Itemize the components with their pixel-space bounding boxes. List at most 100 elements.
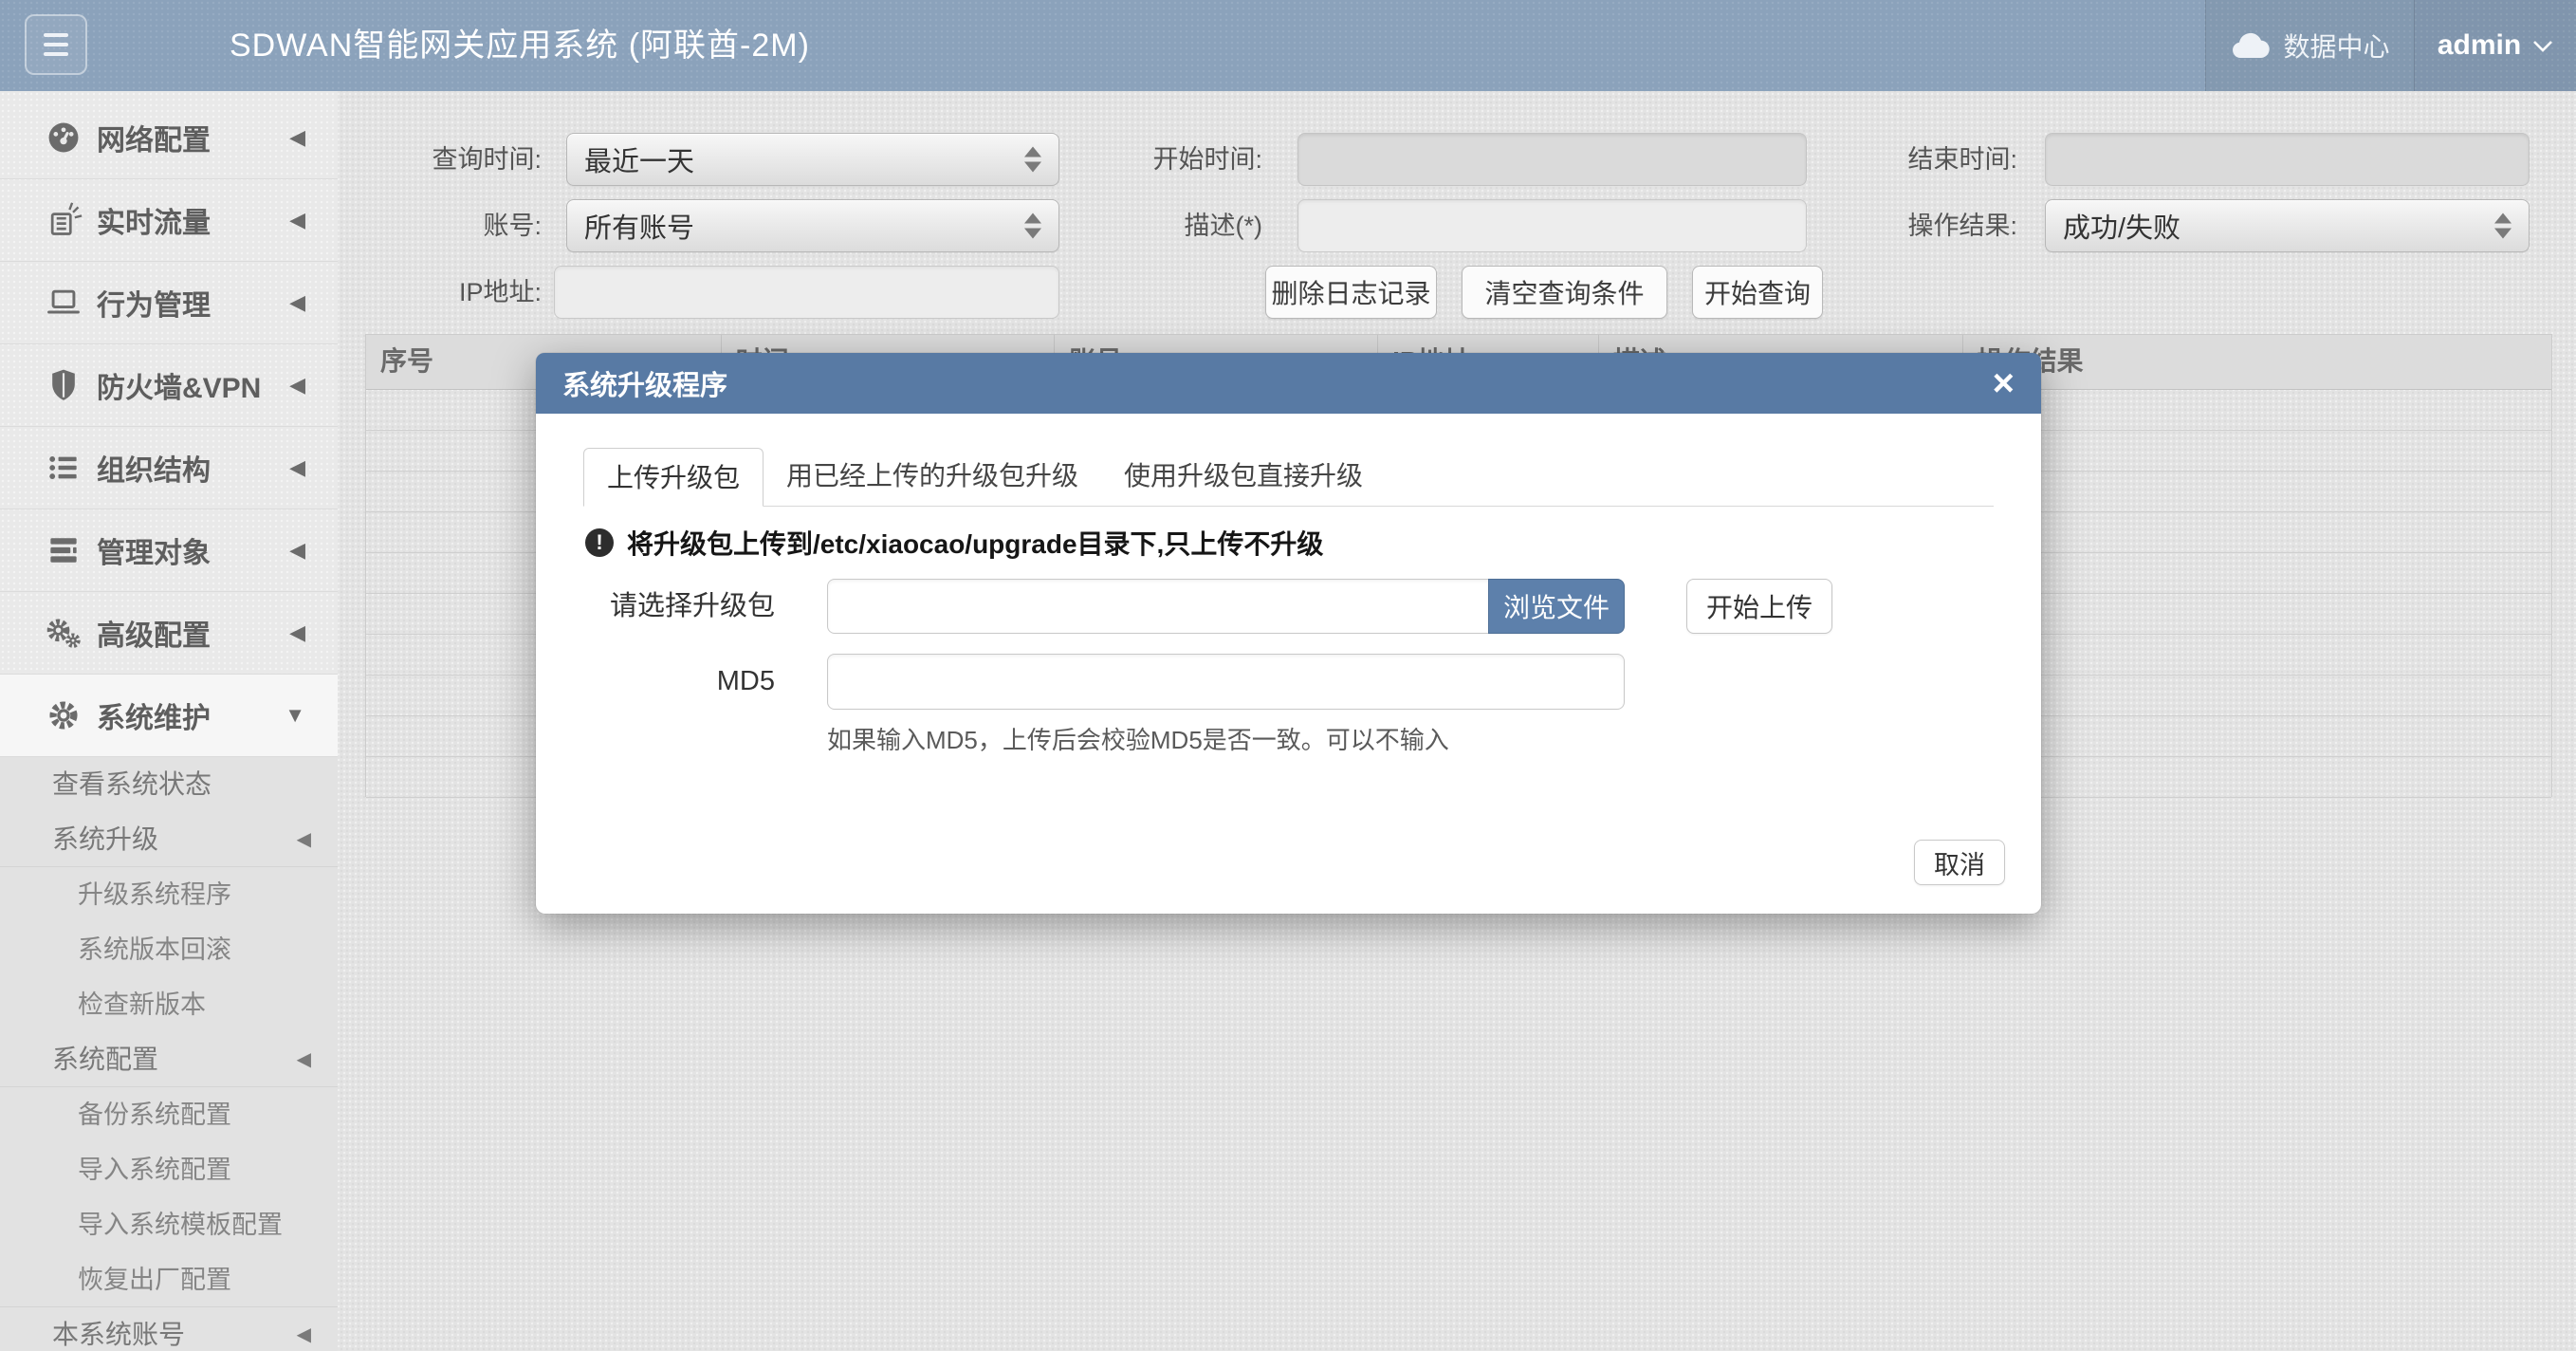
sidebar-subitem-import-system-config[interactable]: 导入系统配置: [0, 1142, 338, 1197]
md5-help-text: 如果输入MD5，上传后会校验MD5是否一致。可以不输入: [827, 721, 1449, 756]
caret-left-icon: ◀: [297, 812, 311, 867]
gear-icon: [44, 695, 83, 735]
sidebar-subitem-restore-factory-config[interactable]: 恢复出厂配置: [0, 1252, 338, 1307]
account-label: 账号:: [347, 199, 542, 252]
sidebar-item-organization[interactable]: 组织结构◀: [0, 427, 338, 509]
start-upload-button[interactable]: 开始上传: [1686, 579, 1832, 634]
caret-left-icon: ◀: [297, 1307, 311, 1351]
sidebar-item-label: 系统维护: [97, 694, 211, 736]
datacenter-button[interactable]: 数据中心: [2205, 0, 2414, 91]
md5-input[interactable]: [827, 654, 1625, 710]
sidebar-item-label: 实时流量: [97, 199, 211, 241]
sidebar-subitem-import-system-template-config[interactable]: 导入系统模板配置: [0, 1197, 338, 1252]
list-icon: [44, 448, 83, 488]
user-menu[interactable]: admin: [2414, 0, 2576, 91]
sidebar-subitem-local-system-accounts[interactable]: 本系统账号 ◀: [0, 1307, 338, 1351]
sidebar-subitem-label: 系统版本回滚: [78, 935, 231, 964]
gears-icon: [44, 613, 83, 653]
shield-icon: [44, 365, 83, 405]
description-input[interactable]: [1297, 199, 1807, 252]
modal-title: 系统升级程序: [562, 363, 727, 403]
hamburger-icon: [44, 33, 68, 37]
sidebar-subitem-label: 导入系统配置: [78, 1156, 231, 1184]
select-arrows-icon: [1024, 147, 1041, 173]
sidebar-item-managed-objects[interactable]: 管理对象 ◀: [0, 509, 338, 592]
sidebar: 网络配置◀实时流量◀行为管理◀防火墙&VPN◀组织结构◀管理对象◀高级配置◀系统…: [0, 91, 338, 1351]
upload-info-row: ! 将升级包上传到/etc/xiaocao/upgrade目录下,只上传不升级: [585, 524, 1323, 562]
delete-logs-button[interactable]: 删除日志记录: [1265, 266, 1437, 319]
select-arrows-icon: [1024, 213, 1041, 239]
sidebar-subitem-system-upgrade[interactable]: 系统升级 ◀: [0, 812, 338, 867]
sidebar-subitem-label: 备份系统配置: [78, 1101, 231, 1129]
sidebar-item-advanced-config[interactable]: 高级配置 ◀: [0, 592, 338, 675]
end-time-label: 结束时间:: [1823, 133, 2017, 186]
sidebar-subitem-label: 系统升级: [52, 824, 158, 854]
close-icon[interactable]: ×: [1993, 364, 2015, 402]
sidebar-subitem-label: 本系统账号: [52, 1320, 185, 1349]
file-path-input[interactable]: [827, 579, 1490, 634]
sidebar-subitem-label: 检查新版本: [78, 990, 206, 1019]
chevron-down-icon: [2532, 40, 2553, 52]
username: admin: [2438, 29, 2521, 62]
caret-down-icon: ▼: [285, 703, 305, 728]
sidebar-item-label: 管理对象: [97, 529, 211, 571]
sidebar-item-network-config[interactable]: 网络配置 ◀: [0, 97, 338, 179]
result-label: 操作结果:: [1823, 199, 2017, 252]
time-range-label: 查询时间:: [347, 133, 542, 186]
top-bar: SDWAN智能网关应用系统 (阿联酋-2M) 数据中心 admin: [0, 0, 2576, 91]
modal-tabs: 上传升级包用已经上传的升级包升级使用升级包直接升级: [583, 447, 1994, 507]
sidebar-item-firewall-vpn[interactable]: 防火墙&VPN ◀: [0, 344, 338, 427]
ip-input[interactable]: [554, 266, 1059, 319]
sidebar-subitem-system-config[interactable]: 系统配置◀: [0, 1032, 338, 1087]
sidebar-subitem-label: 升级系统程序: [78, 880, 231, 909]
hamburger-menu-button[interactable]: [25, 14, 87, 75]
tab-upgrade-directly[interactable]: 使用升级包直接升级: [1101, 447, 1386, 506]
sidebar-subitem-backup-system-config[interactable]: 备份系统配置: [0, 1087, 338, 1142]
cancel-button[interactable]: 取消: [1914, 840, 2005, 885]
sidebar-subitem-view-system-status[interactable]: 查看系统状态: [0, 757, 338, 812]
sidebar-item-behavior-management[interactable]: 行为管理◀: [0, 262, 338, 344]
tab-upgrade-from-uploaded[interactable]: 用已经上传的升级包升级: [764, 447, 1101, 506]
sidebar-subitem-label: 查看系统状态: [52, 769, 212, 799]
time-range-select[interactable]: 最近一天: [566, 133, 1059, 186]
chart-icon: [44, 200, 83, 240]
caret-left-icon: ◀: [297, 1032, 311, 1087]
search-button[interactable]: 开始查询: [1692, 266, 1823, 319]
browse-file-button[interactable]: 浏览文件: [1488, 579, 1625, 634]
caret-left-icon: ◀: [289, 620, 305, 645]
start-time-input[interactable]: [1297, 133, 1807, 186]
caret-left-icon: ◀: [289, 125, 305, 150]
upload-info-text: 将升级包上传到/etc/xiaocao/upgrade目录下,只上传不升级: [627, 524, 1323, 562]
sidebar-subitem-upgrade-system-program[interactable]: 升级系统程序: [0, 867, 338, 922]
table-column-header: 操作结果: [1963, 335, 2551, 389]
sidebar-item-system-maintenance[interactable]: 系统维护 ▼: [0, 675, 338, 757]
sidebar-item-realtime-traffic[interactable]: 实时流量 ◀: [0, 179, 338, 262]
sidebar-subitem-label: 导入系统模板配置: [78, 1211, 283, 1239]
laptop-icon: [44, 283, 83, 323]
system-upgrade-modal: 系统升级程序 × 上传升级包用已经上传的升级包升级使用升级包直接升级 ! 将升级…: [536, 353, 2041, 914]
sidebar-subitem-check-new-version[interactable]: 检查新版本: [0, 977, 338, 1032]
gauge-icon: [44, 118, 83, 157]
sidebar-item-label: 网络配置: [97, 117, 211, 158]
datacenter-label: 数据中心: [2283, 27, 2389, 65]
sidebar-subitem-label: 恢复出厂配置: [78, 1266, 231, 1294]
caret-left-icon: ◀: [289, 208, 305, 232]
caret-left-icon: ◀: [289, 290, 305, 315]
sidebar-item-label: 高级配置: [97, 612, 211, 654]
tab-upload-package[interactable]: 上传升级包: [583, 448, 764, 507]
ip-label: IP地址:: [347, 266, 542, 319]
sidebar-main-menu: 网络配置◀实时流量◀行为管理◀防火墙&VPN◀组织结构◀管理对象◀高级配置◀系统…: [0, 97, 338, 757]
result-select[interactable]: 成功/失败: [2045, 199, 2530, 252]
file-label: 请选择升级包: [564, 579, 775, 634]
sidebar-item-label: 防火墙&VPN: [97, 364, 261, 406]
caret-left-icon: ◀: [289, 538, 305, 563]
end-time-input[interactable]: [2045, 133, 2530, 186]
caret-left-icon: ◀: [289, 373, 305, 398]
sidebar-subitem-system-version-rollback[interactable]: 系统版本回滚: [0, 922, 338, 977]
description-label: 描述(*): [1068, 199, 1262, 252]
select-arrows-icon: [2494, 213, 2512, 239]
exclamation-icon: !: [585, 528, 614, 557]
clear-query-button[interactable]: 清空查询条件: [1462, 266, 1667, 319]
account-select[interactable]: 所有账号: [566, 199, 1059, 252]
cloud-icon: [2230, 31, 2270, 60]
